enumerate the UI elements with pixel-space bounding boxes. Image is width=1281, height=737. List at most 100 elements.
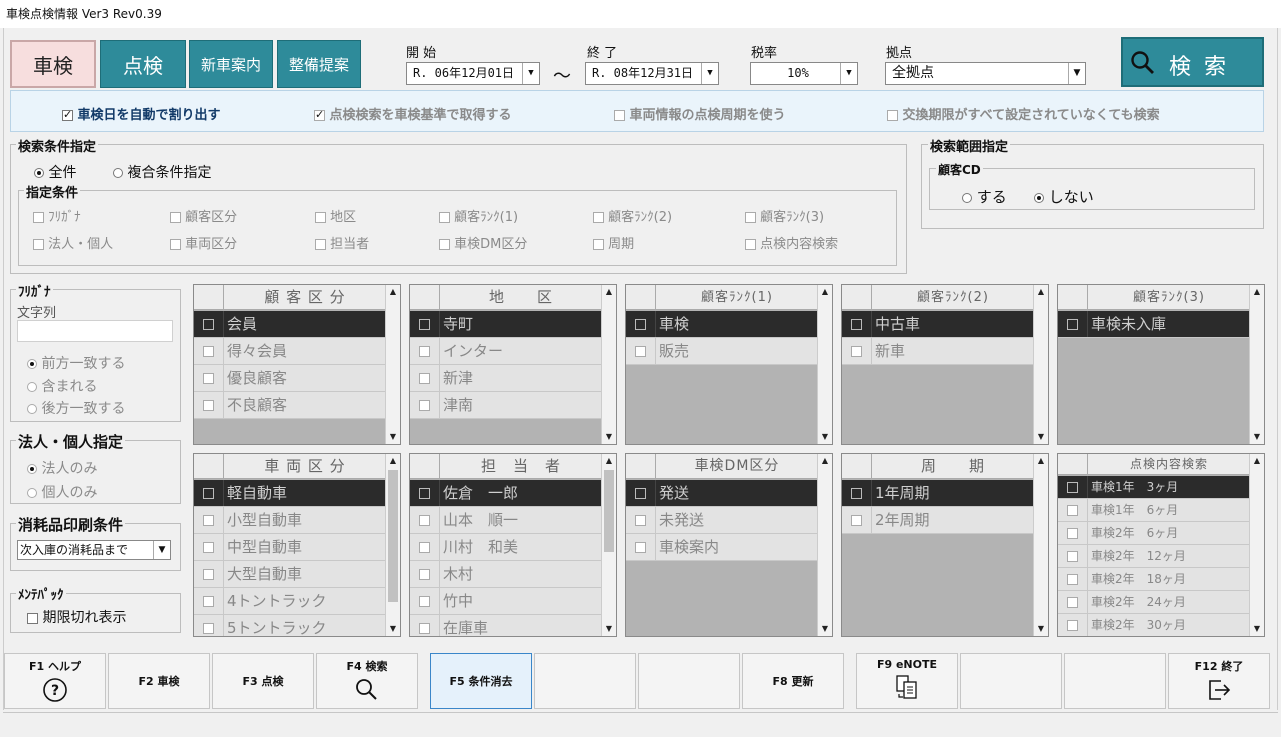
f7-empty-button[interactable] xyxy=(638,653,740,709)
checkbox[interactable] xyxy=(419,622,430,634)
checkbox[interactable] xyxy=(419,568,430,580)
list-item[interactable]: 車検2年 6ヶ月 xyxy=(1058,522,1250,545)
radio[interactable] xyxy=(962,192,972,203)
checkbox[interactable] xyxy=(203,318,214,330)
checkbox[interactable] xyxy=(203,622,214,634)
checkbox[interactable] xyxy=(419,372,430,384)
scroll-down-icon[interactable]: ▼ xyxy=(602,622,616,636)
checkbox[interactable] xyxy=(1067,504,1078,516)
furigana-opt-prefix[interactable]: 前方一致する xyxy=(27,353,125,373)
list-item[interactable]: 新車 xyxy=(842,338,1034,365)
scroll-up-icon[interactable]: ▲ xyxy=(1250,285,1264,299)
scroll-thumb[interactable] xyxy=(604,470,614,552)
list-item[interactable]: 寺町 xyxy=(410,311,602,338)
list-item[interactable]: 発送 xyxy=(626,480,818,507)
checkbox[interactable] xyxy=(203,487,214,499)
start-date-select[interactable]: R. 06年12月01日 ▼ xyxy=(406,62,540,85)
checkbox[interactable] xyxy=(635,514,646,526)
list-item[interactable]: 軽自動車 xyxy=(194,480,386,507)
radio[interactable] xyxy=(113,168,123,178)
checkbox[interactable] xyxy=(614,110,625,121)
end-date-select[interactable]: R. 08年12月31日 ▼ xyxy=(585,62,719,85)
checkbox[interactable] xyxy=(1067,596,1078,608)
list-item[interactable]: 車検2年 24ヶ月 xyxy=(1058,591,1250,614)
maint-expired[interactable]: 期限切れ表示 xyxy=(27,607,126,627)
checkbox[interactable] xyxy=(315,212,326,223)
f9-enote-button[interactable]: F9 eNOTE xyxy=(856,653,958,709)
f12-exit-button[interactable]: F12 終了 xyxy=(1168,653,1270,709)
scrollbar[interactable]: ▲ ▼ xyxy=(1033,454,1048,636)
checkbox[interactable] xyxy=(419,514,430,526)
f1-help-button[interactable]: F1 ヘルプ ? xyxy=(4,653,106,709)
list-item[interactable]: 会員 xyxy=(194,311,386,338)
cond-furigana[interactable]: ﾌﾘｶﾞﾅ xyxy=(33,206,81,225)
checkbox[interactable] xyxy=(1067,550,1078,562)
tax-select[interactable]: 10% ▼ xyxy=(750,62,858,85)
corp-opt-individual[interactable]: 個人のみ xyxy=(27,482,97,502)
cond-dm[interactable]: 車検DM区分 xyxy=(439,233,527,252)
range-yes[interactable]: する xyxy=(962,186,1007,207)
checkbox[interactable] xyxy=(419,318,430,330)
scrollbar[interactable]: ▲ ▼ xyxy=(385,454,400,636)
list-item[interactable]: 2年周期 xyxy=(842,507,1034,534)
radio[interactable] xyxy=(34,168,44,178)
scrollbar[interactable]: ▲ ▼ xyxy=(817,454,832,636)
list-item[interactable]: 車検1年 3ヶ月 xyxy=(1058,476,1250,499)
scroll-up-icon[interactable]: ▲ xyxy=(818,285,832,299)
checkbox[interactable] xyxy=(419,399,430,411)
checkbox[interactable] xyxy=(314,108,325,121)
checkbox[interactable] xyxy=(851,514,862,526)
f4-search-button[interactable]: F4 検索 xyxy=(316,653,418,709)
list-item[interactable]: 車検2年 12ヶ月 xyxy=(1058,545,1250,568)
checkbox[interactable] xyxy=(745,239,756,250)
scroll-up-icon[interactable]: ▲ xyxy=(1034,454,1048,468)
checkbox[interactable] xyxy=(33,239,44,250)
checkbox[interactable] xyxy=(419,487,430,499)
option-exchange-limit[interactable]: 交換期限がすべて設定されていなくても検索 xyxy=(887,104,1160,123)
option-tenken-basis[interactable]: 点検検索を車検基準で取得する xyxy=(314,104,512,123)
list-item[interactable]: 木村 xyxy=(410,561,602,588)
list-item[interactable]: 山本 順一 xyxy=(410,507,602,534)
radio-complex[interactable]: 複合条件指定 xyxy=(113,162,211,182)
radio[interactable] xyxy=(27,382,37,392)
checkbox[interactable] xyxy=(1067,318,1078,330)
radio[interactable] xyxy=(27,359,37,369)
scroll-down-icon[interactable]: ▼ xyxy=(818,622,832,636)
f10-empty-button[interactable] xyxy=(960,653,1062,709)
checkbox[interactable] xyxy=(203,345,214,357)
f5-clear-button[interactable]: F5 条件消去 xyxy=(430,653,532,709)
checkbox[interactable] xyxy=(419,541,430,553)
list-item[interactable]: 車検1年 6ヶ月 xyxy=(1058,499,1250,522)
checkbox[interactable] xyxy=(203,595,214,607)
checkbox[interactable] xyxy=(203,399,214,411)
list-item[interactable]: 車検案内 xyxy=(626,534,818,561)
list-item[interactable]: 車検未入庫 xyxy=(1058,311,1250,338)
checkbox[interactable] xyxy=(170,212,181,223)
cond-vehicle-class[interactable]: 車両区分 xyxy=(170,233,237,252)
chevron-down-icon[interactable]: ▼ xyxy=(840,63,857,84)
tab-new-car[interactable]: 新車案内 xyxy=(189,40,273,88)
tab-shaken[interactable]: 車検 xyxy=(10,40,96,88)
checkbox[interactable] xyxy=(635,541,646,553)
tab-maintenance[interactable]: 整備提案 xyxy=(277,40,361,88)
f8-update-button[interactable]: F8 更新 xyxy=(742,653,844,709)
furigana-opt-suffix[interactable]: 後方一致する xyxy=(27,398,125,418)
radio-all[interactable]: 全件 xyxy=(34,162,76,182)
scroll-up-icon[interactable]: ▲ xyxy=(602,454,616,468)
checkbox[interactable] xyxy=(203,514,214,526)
radio[interactable] xyxy=(27,488,37,498)
cond-inspect[interactable]: 点検内容検索 xyxy=(745,233,838,252)
list-item[interactable]: 大型自動車 xyxy=(194,561,386,588)
list-item[interactable]: 優良顧客 xyxy=(194,365,386,392)
checkbox[interactable] xyxy=(1067,481,1078,493)
f2-shaken-button[interactable]: F2 車検 xyxy=(108,653,210,709)
list-item[interactable]: 販売 xyxy=(626,338,818,365)
checkbox[interactable] xyxy=(851,345,862,357)
scroll-down-icon[interactable]: ▼ xyxy=(1034,430,1048,444)
checkbox[interactable] xyxy=(419,595,430,607)
radio[interactable] xyxy=(27,464,37,474)
list-item[interactable]: 車検2年 30ヶ月 xyxy=(1058,614,1250,636)
checkbox[interactable] xyxy=(1067,527,1078,539)
scrollbar[interactable]: ▲ ▼ xyxy=(1249,454,1264,636)
checkbox[interactable] xyxy=(203,372,214,384)
